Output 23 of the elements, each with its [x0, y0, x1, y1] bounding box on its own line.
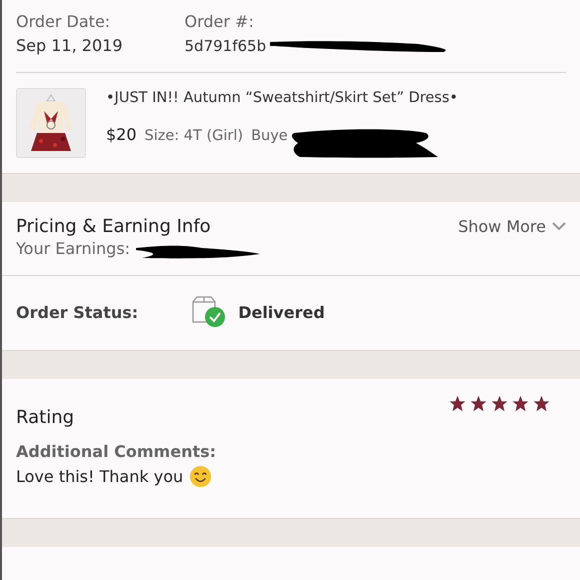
- item-title: •JUST IN!! Autumn “Sweatshirt/Skirt Set” Dress•: [106, 89, 458, 108]
- star-icon: [449, 395, 466, 412]
- order-status-label: Order Status:: [16, 302, 138, 322]
- order-date: Sep 11, 2019: [16, 35, 122, 57]
- earnings-label: Your Earnings:: [16, 238, 130, 260]
- order-number-label: Order #:: [184, 11, 255, 33]
- star-icon: [470, 395, 487, 412]
- order-date-label: Order Date:: [16, 11, 112, 33]
- item-price: $20: [106, 125, 137, 144]
- item-size: Size: 4T (Girl): [144, 128, 244, 144]
- section-title: Pricing & Earning Info: [16, 216, 211, 237]
- star-icon: [512, 395, 529, 412]
- show-more-button[interactable]: Show More: [458, 217, 566, 236]
- star-icon: [533, 395, 550, 412]
- status-value: Delivered: [238, 302, 325, 322]
- section-title: Rating: [16, 407, 74, 428]
- comment-text: Love this! Thank you: [16, 467, 184, 486]
- buyer-label: Buye: [251, 128, 288, 144]
- comments-label: Additional Comments:: [16, 442, 218, 461]
- star-icon: [491, 395, 508, 412]
- chevron-icon: [552, 222, 566, 231]
- order-number: 5d791f65b: [184, 36, 266, 57]
- smiley-icon: [189, 465, 212, 488]
